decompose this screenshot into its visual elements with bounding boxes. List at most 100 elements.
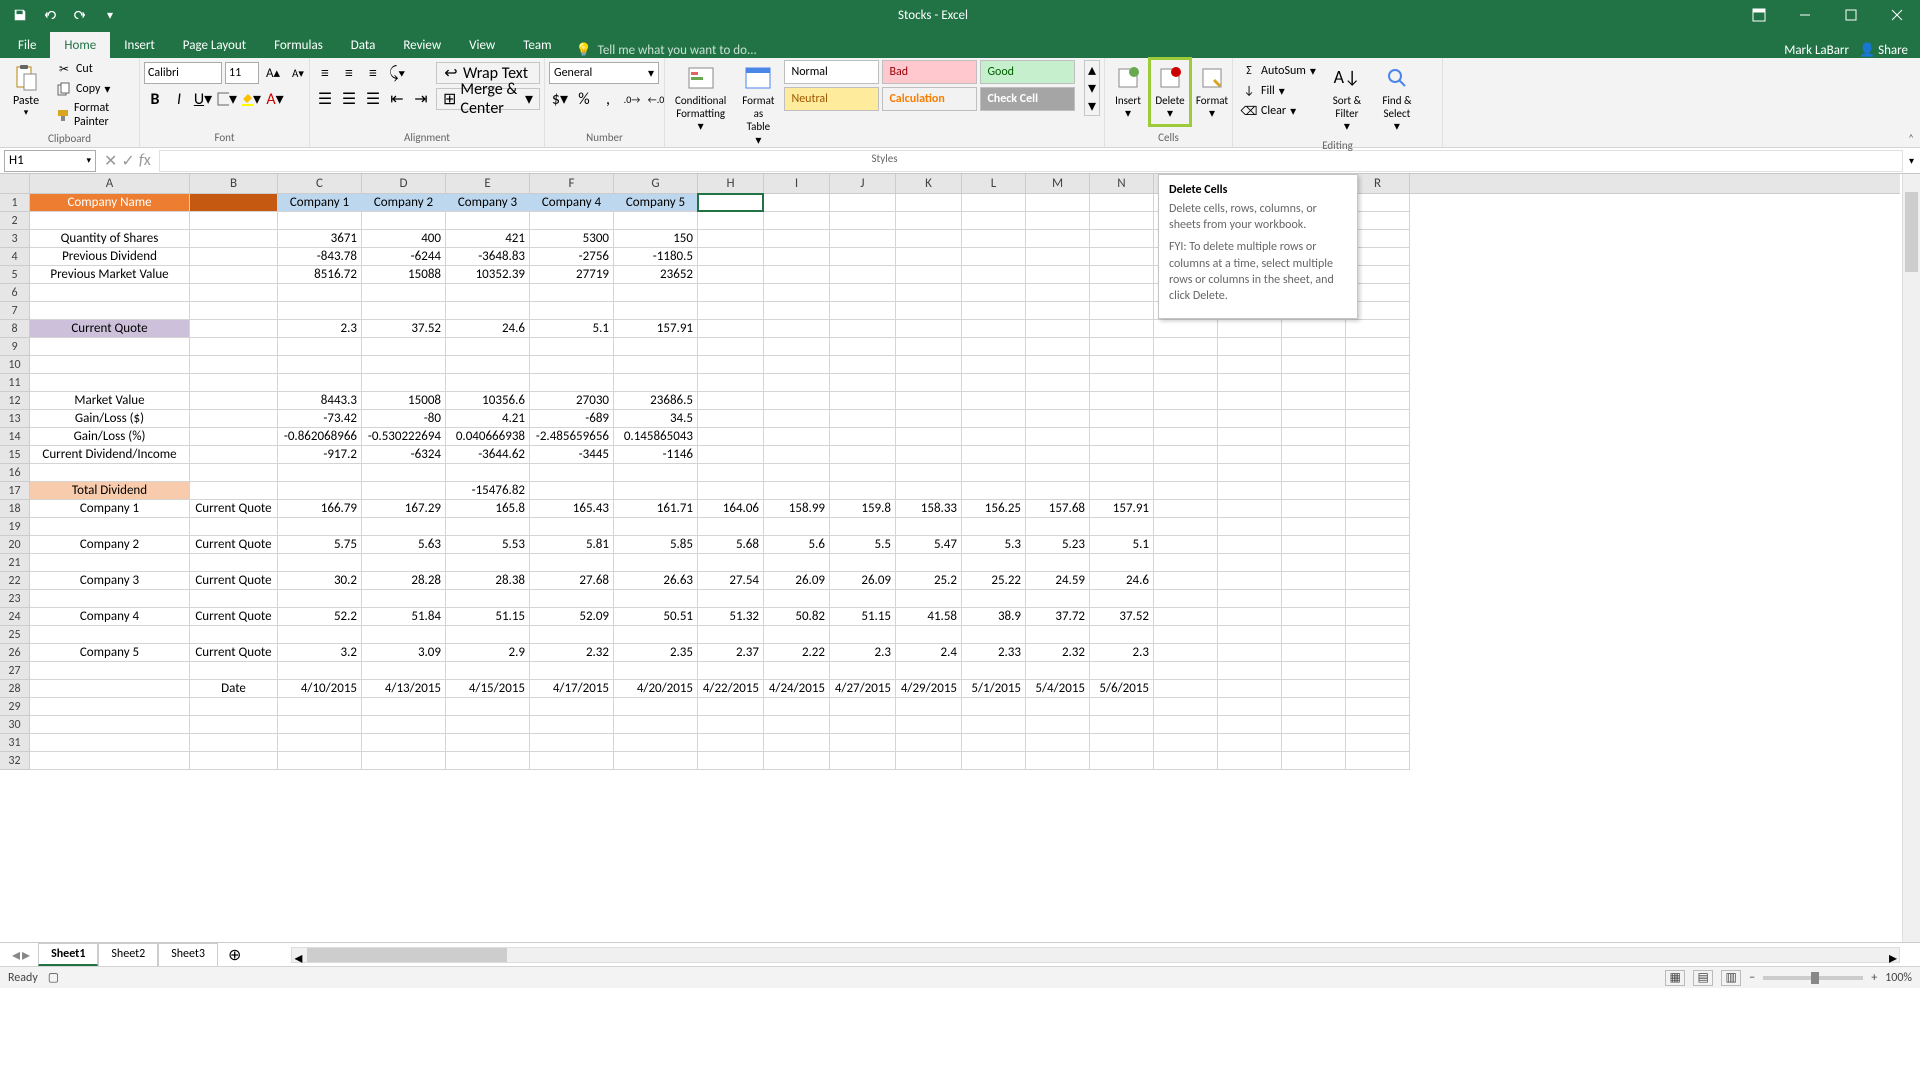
cell-L6[interactable] [962, 284, 1026, 302]
cell-style-check-cell[interactable]: Check Cell [980, 87, 1075, 111]
cell-P13[interactable] [1218, 410, 1282, 428]
cell-J9[interactable] [830, 338, 896, 356]
cell-B15[interactable] [190, 446, 278, 464]
row-header-28[interactable]: 28 [0, 680, 29, 698]
cell-R12[interactable] [1346, 392, 1410, 410]
cell-F8[interactable]: 5.1 [530, 320, 614, 338]
cell-K29[interactable] [896, 698, 962, 716]
cell-L18[interactable]: 156.25 [962, 500, 1026, 518]
cell-P19[interactable] [1218, 518, 1282, 536]
cell-H23[interactable] [698, 590, 764, 608]
cell-L4[interactable] [962, 248, 1026, 266]
row-header-23[interactable]: 23 [0, 590, 29, 608]
tab-page-layout[interactable]: Page Layout [169, 32, 260, 58]
cell-G22[interactable]: 26.63 [614, 572, 698, 590]
cell-E18[interactable]: 165.8 [446, 500, 530, 518]
decrease-indent-icon[interactable]: ⇤ [386, 88, 408, 110]
cell-B2[interactable] [190, 212, 278, 230]
col-header-E[interactable]: E [446, 174, 530, 193]
styles-scroll-up[interactable]: ▴ [1085, 61, 1099, 79]
row-header-10[interactable]: 10 [0, 356, 29, 374]
undo-button[interactable] [36, 3, 64, 27]
cell-L30[interactable] [962, 716, 1026, 734]
cell-L28[interactable]: 5/1/2015 [962, 680, 1026, 698]
cell-N1[interactable] [1090, 194, 1154, 212]
cell-I11[interactable] [764, 374, 830, 392]
cell-J3[interactable] [830, 230, 896, 248]
cell-C31[interactable] [278, 734, 362, 752]
cell-N29[interactable] [1090, 698, 1154, 716]
cell-D3[interactable]: 400 [362, 230, 446, 248]
cell-F9[interactable] [530, 338, 614, 356]
cell-C32[interactable] [278, 752, 362, 770]
cell-O30[interactable] [1154, 716, 1218, 734]
row-header-4[interactable]: 4 [0, 248, 29, 266]
cell-K20[interactable]: 5.47 [896, 536, 962, 554]
comma-format-icon[interactable]: , [597, 88, 619, 110]
cell-G10[interactable] [614, 356, 698, 374]
cell-F15[interactable]: -3445 [530, 446, 614, 464]
cell-N8[interactable] [1090, 320, 1154, 338]
cell-F10[interactable] [530, 356, 614, 374]
cell-G20[interactable]: 5.85 [614, 536, 698, 554]
cell-R30[interactable] [1346, 716, 1410, 734]
cell-P21[interactable] [1218, 554, 1282, 572]
cell-H16[interactable] [698, 464, 764, 482]
cell-K25[interactable] [896, 626, 962, 644]
cell-K17[interactable] [896, 482, 962, 500]
cell-N11[interactable] [1090, 374, 1154, 392]
cell-R10[interactable] [1346, 356, 1410, 374]
cell-H26[interactable]: 2.37 [698, 644, 764, 662]
row-header-12[interactable]: 12 [0, 392, 29, 410]
cell-K11[interactable] [896, 374, 962, 392]
cell-K15[interactable] [896, 446, 962, 464]
cell-K12[interactable] [896, 392, 962, 410]
cell-C4[interactable]: -843.78 [278, 248, 362, 266]
cell-D7[interactable] [362, 302, 446, 320]
tab-file[interactable]: File [4, 32, 50, 58]
cell-G28[interactable]: 4/20/2015 [614, 680, 698, 698]
cell-B10[interactable] [190, 356, 278, 374]
row-header-2[interactable]: 2 [0, 212, 29, 230]
cell-K13[interactable] [896, 410, 962, 428]
col-header-H[interactable]: H [698, 174, 764, 193]
cell-A31[interactable] [30, 734, 190, 752]
user-name[interactable]: Mark LaBarr [1784, 43, 1849, 58]
cell-C14[interactable]: -0.862068966 [278, 428, 362, 446]
cell-R19[interactable] [1346, 518, 1410, 536]
cell-H3[interactable] [698, 230, 764, 248]
cell-B9[interactable] [190, 338, 278, 356]
cell-E19[interactable] [446, 518, 530, 536]
cell-H18[interactable]: 164.06 [698, 500, 764, 518]
cell-F20[interactable]: 5.81 [530, 536, 614, 554]
tab-insert[interactable]: Insert [110, 32, 169, 58]
cell-E16[interactable] [446, 464, 530, 482]
cell-B1[interactable] [190, 194, 278, 212]
cell-Q27[interactable] [1282, 662, 1346, 680]
cell-J20[interactable]: 5.5 [830, 536, 896, 554]
border-button[interactable]: ▾ [216, 88, 238, 110]
cell-H13[interactable] [698, 410, 764, 428]
font-name-combo[interactable] [144, 62, 222, 84]
cell-F28[interactable]: 4/17/2015 [530, 680, 614, 698]
cell-P23[interactable] [1218, 590, 1282, 608]
cell-H28[interactable]: 4/22/2015 [698, 680, 764, 698]
cell-R28[interactable] [1346, 680, 1410, 698]
cell-C25[interactable] [278, 626, 362, 644]
cell-I9[interactable] [764, 338, 830, 356]
font-size-combo[interactable] [225, 62, 259, 84]
expand-formula-bar-icon[interactable]: ▾ [1903, 154, 1920, 167]
increase-font-icon[interactable]: A▴ [262, 62, 284, 84]
cell-G30[interactable] [614, 716, 698, 734]
cell-P24[interactable] [1218, 608, 1282, 626]
cell-E30[interactable] [446, 716, 530, 734]
cell-M7[interactable] [1026, 302, 1090, 320]
cell-F30[interactable] [530, 716, 614, 734]
cell-L26[interactable]: 2.33 [962, 644, 1026, 662]
cell-A5[interactable]: Previous Market Value [30, 266, 190, 284]
row-header-29[interactable]: 29 [0, 698, 29, 716]
cell-B16[interactable] [190, 464, 278, 482]
cell-J22[interactable]: 26.09 [830, 572, 896, 590]
cell-J30[interactable] [830, 716, 896, 734]
cell-A32[interactable] [30, 752, 190, 770]
